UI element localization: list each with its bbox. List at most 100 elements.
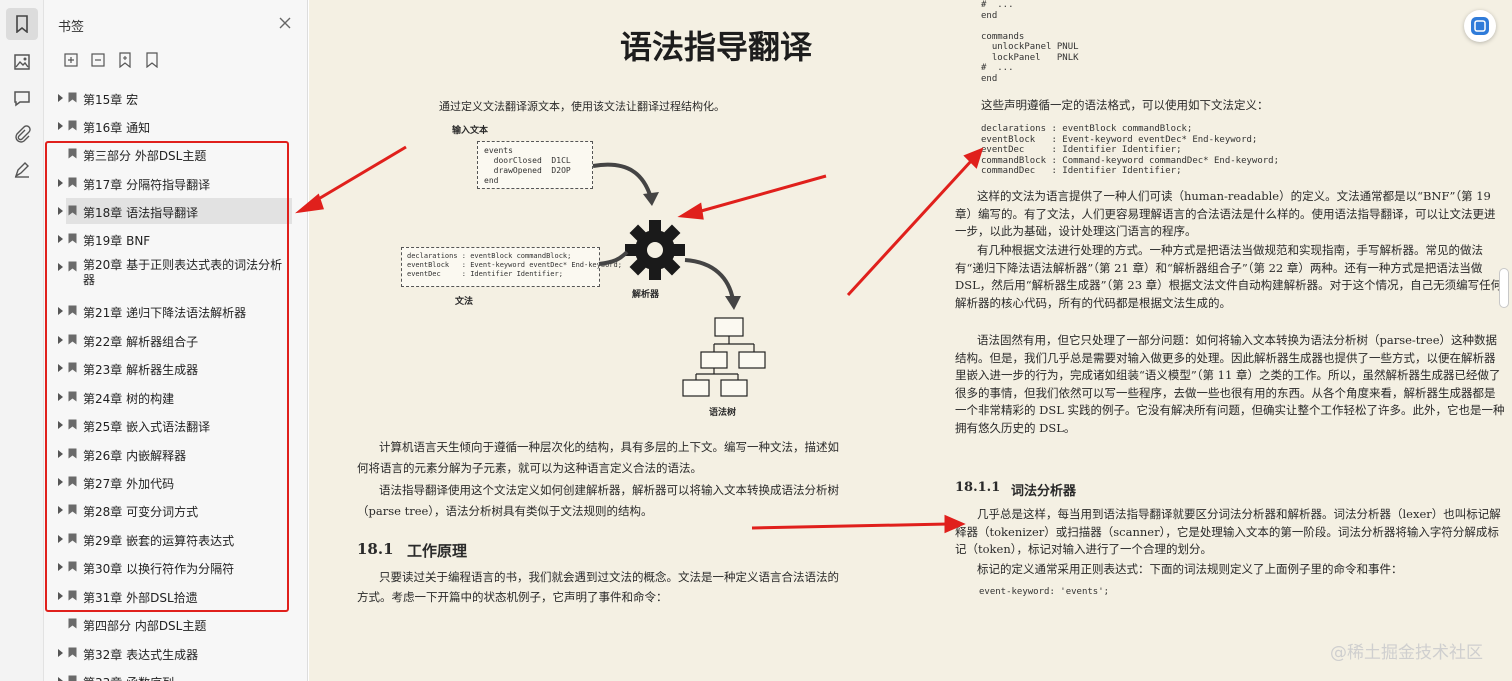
expand-arrow-icon[interactable] xyxy=(58,235,63,243)
expand-arrow-icon[interactable] xyxy=(58,592,63,600)
expand-all-button[interactable] xyxy=(61,50,81,70)
bookmark-item[interactable]: 第28章 可变分词方式 xyxy=(44,497,294,523)
bookmark-icon xyxy=(68,334,77,345)
bookmark-label: 第23章 解析器生成器 xyxy=(83,363,199,377)
bookmark-label: 第25章 嵌入式语法翻译 xyxy=(83,420,211,434)
paragraph-5: 有几种根据文法进行处理的方式。一种方式是把语法当做规范和实现指南，手写解析器。常… xyxy=(955,243,1503,310)
bookmark-item[interactable]: 第三部分 外部DSL主题 xyxy=(44,141,294,167)
expand-arrow-icon[interactable] xyxy=(58,563,63,571)
document-view[interactable]: 语法指导翻译 通过定义文法翻译源文本，使用该文法让翻译过程结构化。 输入文本 e… xyxy=(309,0,1512,681)
code-event-keyword: event-keyword: 'events'; xyxy=(979,587,1110,597)
bookmark-label: 第32章 表达式生成器 xyxy=(83,648,199,662)
bookmark-item[interactable]: 第29章 嵌套的运算符表达式 xyxy=(44,526,294,552)
bookmark-label: 第26章 内嵌解释器 xyxy=(83,449,187,463)
signature-panel-button[interactable] xyxy=(6,154,38,186)
attachment-icon xyxy=(15,125,31,143)
bookmark-label: 第三部分 外部DSL主题 xyxy=(83,149,207,163)
panel-close-button[interactable] xyxy=(276,14,294,32)
bookmark-item[interactable]: 第25章 嵌入式语法翻译 xyxy=(44,412,294,438)
expand-arrow-icon[interactable] xyxy=(58,263,63,271)
close-icon xyxy=(279,17,291,29)
expand-arrow-icon[interactable] xyxy=(58,649,63,657)
bookmark-item[interactable]: 第18章 语法指导翻译 xyxy=(58,198,292,224)
collapse-all-button[interactable] xyxy=(88,50,108,70)
translate-button[interactable] xyxy=(1464,10,1496,42)
expand-arrow-icon[interactable] xyxy=(58,207,63,215)
expand-arrow-icon[interactable] xyxy=(58,364,63,372)
thumbnail-panel-button[interactable] xyxy=(6,46,38,78)
bookmark-icon xyxy=(68,261,77,272)
paragraph-7: 几乎总是这样，每当用到语法指导翻译就要区分词法分析器和解析器。词法分析器（lex… xyxy=(955,507,1501,556)
paragraph-4: 这样的文法为语言提供了一种人们可读（human-readable）的定义。文法通… xyxy=(955,189,1496,238)
grammar-lead: 这些声明遵循一定的语法格式，可以使用如下文法定义： xyxy=(981,98,1269,112)
expand-arrow-icon[interactable] xyxy=(58,506,63,514)
section-title: 工作原理 xyxy=(407,542,468,560)
bookmark-icon xyxy=(68,391,77,402)
attachment-panel-button[interactable] xyxy=(6,118,38,150)
bookmark-item[interactable]: 第32章 表达式生成器 xyxy=(44,640,294,666)
expand-arrow-icon[interactable] xyxy=(58,535,63,543)
bookmark-icon xyxy=(16,15,28,33)
bookmark-item[interactable]: 第33章 函数序列 xyxy=(44,668,294,681)
bookmark-item[interactable]: 第19章 BNF xyxy=(44,226,294,252)
bookmark-label: 第24章 树的构建 xyxy=(83,392,175,406)
bookmark-label: 第16章 通知 xyxy=(83,121,151,135)
bookmark-icon xyxy=(68,647,77,658)
bookmark-icon xyxy=(68,504,77,515)
bookmark-icon xyxy=(68,148,77,159)
collapse-all-icon xyxy=(91,53,105,67)
bookmark-label: 第31章 外部DSL拾遗 xyxy=(83,591,198,605)
bookmark-label: 第22章 解析器组合子 xyxy=(83,335,199,349)
expand-arrow-icon[interactable] xyxy=(58,94,63,102)
expand-arrow-icon[interactable] xyxy=(58,421,63,429)
figure-arrows xyxy=(592,162,741,310)
bookmark-item[interactable]: 第27章 外加代码 xyxy=(44,469,294,495)
bookmark-icon xyxy=(68,362,77,373)
bookmark-item[interactable]: 第23章 解析器生成器 xyxy=(44,355,294,381)
expand-arrow-icon[interactable] xyxy=(58,478,63,486)
code-commands: # ... end commands unlockPanel PNUL lock… xyxy=(981,0,1079,84)
bookmark-label: 第17章 分隔符指导翻译 xyxy=(83,178,211,192)
expand-arrow-icon[interactable] xyxy=(58,179,63,187)
expand-arrow-icon[interactable] xyxy=(58,393,63,401)
bookmark-item[interactable]: 第17章 分隔符指导翻译 xyxy=(44,170,294,196)
bookmark-item[interactable]: 第15章 宏 xyxy=(44,85,294,111)
add-bookmark-icon xyxy=(119,52,131,68)
bookmark-item[interactable]: 第24章 树的构建 xyxy=(44,384,294,410)
paragraph-3: 只要读过关于编程语言的书，我们就会遇到过文法的概念。文法是一种定义语言合法语法的… xyxy=(357,570,839,604)
comment-panel-button[interactable] xyxy=(6,82,38,114)
bookmark-panel-button[interactable] xyxy=(6,8,38,40)
bookmark-item[interactable]: 第21章 递归下降法语法解析器 xyxy=(44,298,294,324)
bookmark-icon xyxy=(68,448,77,459)
expand-arrow-icon[interactable] xyxy=(58,336,63,344)
bookmark-icon xyxy=(68,120,77,131)
add-bookmark-button[interactable] xyxy=(115,50,135,70)
bookmark-label: 第四部分 内部DSL主题 xyxy=(83,619,207,633)
grammar-definition: declarations : eventBlock commandBlock; … xyxy=(981,124,1280,176)
expand-arrow-icon[interactable] xyxy=(58,122,63,130)
bookmark-icon xyxy=(68,476,77,487)
bookmark-label: 第15章 宏 xyxy=(83,93,139,107)
bookmark-item[interactable]: 第四部分 内部DSL主题 xyxy=(44,611,294,637)
bookmark-item[interactable]: 第22章 解析器组合子 xyxy=(44,327,294,353)
bookmark-item[interactable]: 第30章 以换行符作为分隔符 xyxy=(44,554,294,580)
expand-arrow-icon[interactable] xyxy=(58,677,63,681)
bookmark-item[interactable]: 第26章 内嵌解释器 xyxy=(44,441,294,467)
paragraph-6: 语法固然有用，但它只处理了一部分问题：如何将输入文本转换为语法分析树（parse… xyxy=(955,333,1505,435)
bookmark-icon xyxy=(146,52,158,68)
document-scrollbar[interactable] xyxy=(1499,268,1509,308)
bookmark-label: 第18章 语法指导翻译 xyxy=(83,206,199,220)
paragraph-8: 标记的定义通常采用正则表达式：下面的词法规则定义了上面例子里的命令和事件： xyxy=(977,562,1403,576)
expand-arrow-icon[interactable] xyxy=(58,307,63,315)
watermark: @稀土掘金技术社区 xyxy=(1330,643,1483,663)
bookmark-icon xyxy=(68,305,77,316)
expand-arrow-icon[interactable] xyxy=(58,450,63,458)
bookmark-icon xyxy=(68,92,77,103)
bookmark-button[interactable] xyxy=(142,50,162,70)
bookmark-item[interactable]: 第31章 外部DSL拾遗 xyxy=(44,583,294,609)
bookmark-item[interactable]: 第20章 基于正则表达式表的词法分析器 xyxy=(44,254,294,290)
paragraph-1: 计算机语言天生倾向于遵循一种层次化的结构，具有多层的上下文。编写一种文法，描述如… xyxy=(357,440,839,475)
translate-icon xyxy=(1471,17,1489,35)
bookmark-item[interactable]: 第16章 通知 xyxy=(44,113,294,139)
comment-icon xyxy=(14,91,30,107)
